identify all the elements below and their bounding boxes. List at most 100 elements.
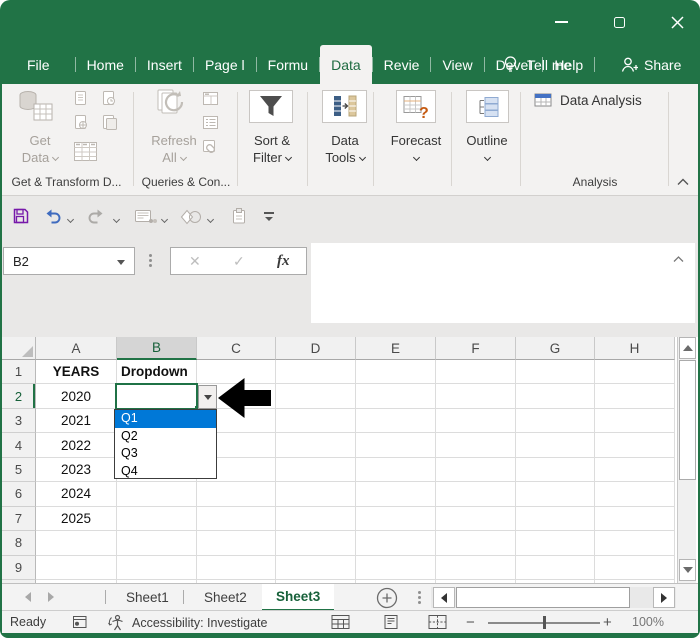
insert-function-button[interactable]: fx [277,253,290,270]
cell-E3[interactable] [356,408,436,434]
cell-A6[interactable]: 2024 [36,482,117,507]
row-header-4[interactable]: 4 [2,433,36,458]
data-tools-button[interactable] [322,90,367,123]
cell-A3[interactable]: 2021 [36,408,117,434]
from-table-range-icon[interactable] [73,140,99,164]
cell-D3[interactable] [276,408,356,434]
minimize-button[interactable] [555,16,568,29]
row-header-1[interactable]: 1 [2,360,36,385]
cell-F6[interactable] [436,482,516,507]
cell-G5[interactable] [516,457,595,483]
column-header-D[interactable]: D [276,337,356,360]
column-header-E[interactable]: E [356,337,436,360]
cell-F9[interactable] [436,555,516,580]
zoom-level[interactable]: 100% [632,615,664,629]
zoom-out-button[interactable]: − [466,614,475,631]
cell-E6[interactable] [356,482,436,507]
cell-G4[interactable] [516,433,595,458]
sheet-tab-sheet3[interactable]: Sheet3 [262,584,335,611]
cell-H7[interactable] [595,506,675,532]
column-header-F[interactable]: F [436,337,516,360]
column-header-G[interactable]: G [516,337,595,360]
cell-E4[interactable] [356,433,436,458]
refresh-all-button[interactable] [151,88,197,133]
ribbon-tab-view[interactable]: View [431,45,483,84]
ribbon-tab-formu[interactable]: Formu [257,45,319,84]
close-button[interactable] [671,15,684,29]
cell-B6[interactable] [117,482,197,507]
cell-B9[interactable] [117,555,197,580]
cell-G1[interactable] [516,360,595,385]
cell-D1[interactable] [276,360,356,385]
cell-F4[interactable] [436,433,516,458]
cell-D5[interactable] [276,457,356,483]
from-web-icon[interactable] [73,114,89,130]
select-all-corner[interactable] [2,337,36,360]
scroll-up-button[interactable] [679,337,696,359]
cell-H5[interactable] [595,457,675,483]
maximize-button[interactable] [613,16,626,29]
sheet-tab-options-handle[interactable] [418,596,421,599]
save-icon[interactable] [12,207,30,225]
from-text-csv-icon[interactable] [73,90,89,106]
selected-cell-border[interactable] [115,383,198,410]
tell-me-button[interactable]: Tell me [503,45,571,84]
column-header-C[interactable]: C [197,337,276,360]
cell-G6[interactable] [516,482,595,507]
row-header-5[interactable]: 5 [2,457,36,483]
ribbon-tab-revie[interactable]: Revie [373,45,431,84]
cell-H1[interactable] [595,360,675,385]
scroll-left-button[interactable] [433,587,455,608]
add-sheet-button[interactable] [376,587,398,609]
ribbon-tab-page-l[interactable]: Page l [194,45,256,84]
existing-connections-icon[interactable] [101,114,117,130]
dropdown-option-q3[interactable]: Q3 [115,445,216,463]
outline-button[interactable] [466,90,509,123]
column-header-H[interactable]: H [595,337,675,360]
next-sheet-button[interactable] [48,592,54,602]
get-data-button[interactable] [16,88,56,133]
cell-D2[interactable] [276,384,356,409]
cell-G9[interactable] [516,555,595,580]
macro-record-icon[interactable] [72,614,88,630]
undo-icon[interactable] [44,209,63,224]
dropdown-option-q1[interactable]: Q1 [115,410,216,428]
email-dropdown-caret[interactable] [160,215,169,224]
undo-dropdown-caret[interactable] [66,215,75,224]
vertical-scroll-thumb[interactable] [679,360,696,480]
zoom-in-button[interactable]: + [603,614,612,631]
page-break-view-button[interactable] [428,614,448,630]
cell-F5[interactable] [436,457,516,483]
collapse-ribbon-button[interactable] [676,177,690,186]
cell-G3[interactable] [516,408,595,434]
redo-icon[interactable] [86,209,105,224]
shapes-icon[interactable] [180,209,202,225]
cell-F1[interactable] [436,360,516,385]
ribbon-tab-home[interactable]: Home [76,45,135,84]
cell-H4[interactable] [595,433,675,458]
cell-C6[interactable] [197,482,276,507]
cell-E7[interactable] [356,506,436,532]
cell-A7[interactable]: 2025 [36,506,117,532]
cell-D7[interactable] [276,506,356,532]
share-button[interactable]: Share [620,45,681,84]
name-box[interactable]: B2 [3,247,135,275]
cell-F2[interactable] [436,384,516,409]
customize-toolbar-button[interactable] [264,212,274,221]
edit-links-icon[interactable] [202,139,220,155]
cell-H9[interactable] [595,555,675,580]
cell-B7[interactable] [117,506,197,532]
cell-C9[interactable] [197,555,276,580]
cell-A9[interactable] [36,555,117,580]
cancel-button[interactable]: ✕ [189,253,201,270]
cell-D9[interactable] [276,555,356,580]
sheet-tab-sheet2[interactable]: Sheet2 [190,584,261,610]
previous-sheet-button[interactable] [25,592,31,602]
cell-A2[interactable]: 2020 [36,384,117,409]
column-header-A[interactable]: A [36,337,117,360]
cell-G7[interactable] [516,506,595,532]
clipboard-icon[interactable] [230,207,248,225]
cell-E2[interactable] [356,384,436,409]
vertical-scrollbar[interactable] [677,337,696,583]
row-header-7[interactable]: 7 [2,506,36,532]
